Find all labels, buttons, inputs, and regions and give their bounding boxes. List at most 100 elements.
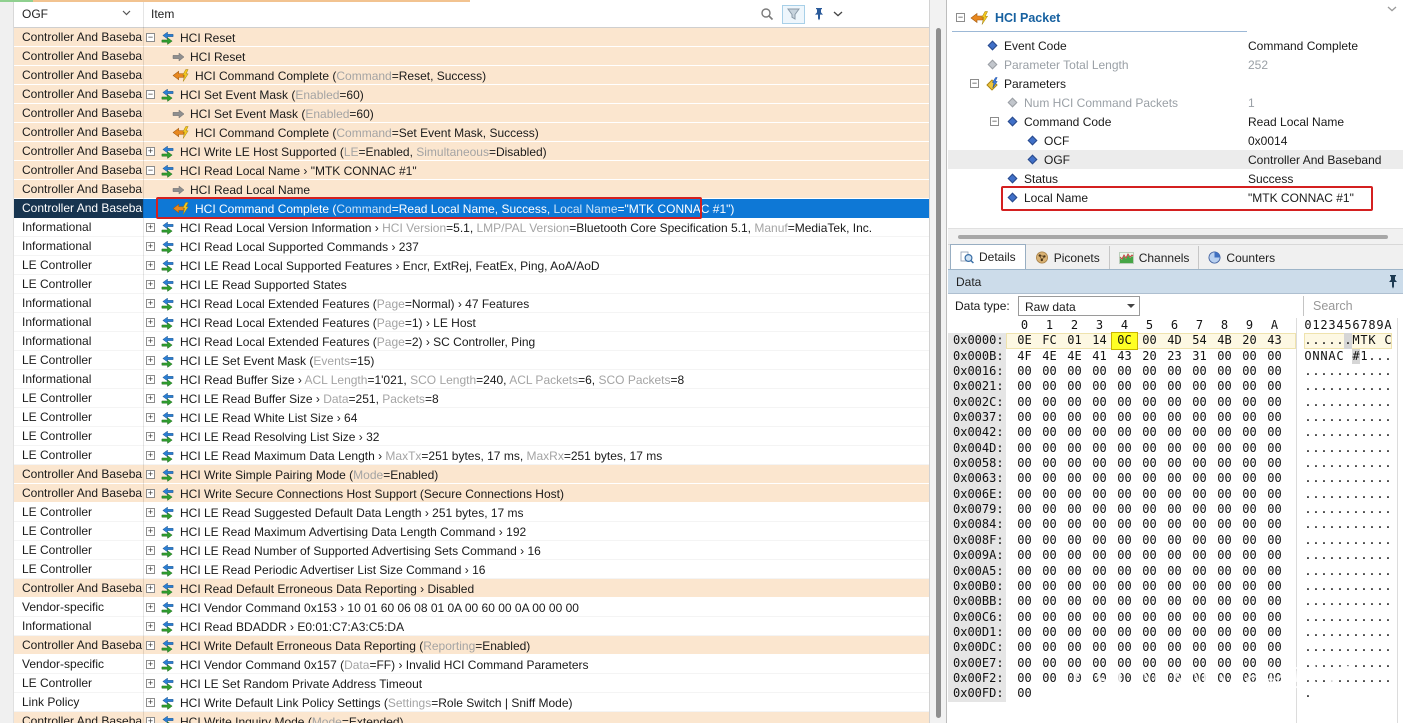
- byte[interactable]: 00: [1262, 656, 1287, 671]
- byte[interactable]: 00: [1162, 487, 1187, 502]
- byte[interactable]: 00: [1037, 548, 1062, 563]
- panel-collapse-icon[interactable]: [1387, 6, 1397, 12]
- item-cell[interactable]: + HCI Read Local Extended Features (Page=…: [143, 294, 929, 313]
- byte[interactable]: 00: [1212, 364, 1237, 379]
- expand-expander[interactable]: +: [146, 489, 155, 498]
- item-cell[interactable]: HCI Set Event Mask (Enabled=60): [143, 104, 929, 123]
- table-row[interactable]: Controller And Baseband − HCI Set Event Ma…: [0, 85, 929, 104]
- byte[interactable]: 00: [1062, 364, 1087, 379]
- byte[interactable]: 4E: [1037, 349, 1062, 364]
- table-row[interactable]: Controller And Baseband HCI Command Compl…: [0, 199, 929, 218]
- byte[interactable]: 00: [1087, 487, 1112, 502]
- tree-row-status[interactable]: Status Success: [948, 169, 1403, 188]
- byte[interactable]: 00: [1262, 564, 1287, 579]
- table-row[interactable]: LE Controller + HCI LE Read Local Supporte…: [0, 256, 929, 275]
- item-cell[interactable]: + HCI Vendor Command 0x153 › 10 01 60 06 …: [143, 598, 929, 617]
- byte[interactable]: 00: [1012, 671, 1037, 686]
- byte[interactable]: 00: [1037, 395, 1062, 410]
- table-row[interactable]: Controller And Baseband + HCI Write Simple…: [0, 465, 929, 484]
- byte[interactable]: 4D: [1162, 333, 1187, 348]
- ogf-cell[interactable]: Controller And Baseband: [14, 123, 143, 142]
- byte[interactable]: 00: [1137, 594, 1162, 609]
- tab-piconets[interactable]: Piconets: [1026, 246, 1110, 269]
- byte[interactable]: 00: [1162, 564, 1187, 579]
- table-row[interactable]: LE Controller + HCI LE Set Event Mask (Eve…: [0, 351, 929, 370]
- byte[interactable]: 00: [1012, 487, 1037, 502]
- tab-counters[interactable]: Counters: [1199, 246, 1284, 269]
- byte[interactable]: 0E: [1012, 333, 1037, 348]
- byte[interactable]: 4B: [1212, 333, 1237, 348]
- byte[interactable]: 00: [1112, 671, 1137, 686]
- tree-row-num-hci-command-packets[interactable]: Num HCI Command Packets 1: [948, 93, 1403, 112]
- byte[interactable]: 00: [1062, 671, 1087, 686]
- tree-row-ocf[interactable]: OCF 0x0014: [948, 131, 1403, 150]
- byte[interactable]: 00: [1237, 640, 1262, 655]
- table-row[interactable]: LE Controller + HCI LE Set Random Private …: [0, 674, 929, 693]
- item-cell[interactable]: + HCI Write Default Erroneous Data Report…: [143, 636, 929, 655]
- byte[interactable]: 00: [1087, 410, 1112, 425]
- hex-row[interactable]: 0x0063: 00 00 00 00 00 00 00 00 00 00 00...........: [948, 471, 1403, 487]
- byte[interactable]: 00: [1012, 502, 1037, 517]
- byte[interactable]: 00: [1162, 640, 1187, 655]
- byte[interactable]: 00: [1087, 640, 1112, 655]
- item-cell[interactable]: + HCI LE Read Buffer Size › Data=251, Pac…: [143, 389, 929, 408]
- byte[interactable]: 00: [1162, 671, 1187, 686]
- table-row[interactable]: Informational + HCI Read Local Extended Fe…: [0, 294, 929, 313]
- hex-row[interactable]: 0x009A: 00 00 00 00 00 00 00 00 00 00 00...........: [948, 548, 1403, 564]
- combo-dropdown-button[interactable]: [1123, 297, 1139, 315]
- byte[interactable]: 23: [1162, 349, 1187, 364]
- ogf-cell[interactable]: Controller And Baseband: [14, 484, 143, 503]
- byte[interactable]: 00: [1112, 594, 1137, 609]
- item-cell[interactable]: + HCI Read BDADDR › E0:01:C7:A3:C5:DA: [143, 617, 929, 636]
- ogf-cell[interactable]: Informational: [14, 294, 143, 313]
- expand-expander[interactable]: +: [146, 242, 155, 251]
- byte[interactable]: 00: [1187, 610, 1212, 625]
- byte[interactable]: 00: [1162, 517, 1187, 532]
- ogf-cell[interactable]: LE Controller: [14, 446, 143, 465]
- byte[interactable]: 43: [1262, 333, 1287, 348]
- table-row[interactable]: Controller And Baseband + HCI Write LE Hos…: [0, 142, 929, 161]
- byte[interactable]: 00: [1237, 625, 1262, 640]
- byte[interactable]: 00: [1212, 625, 1237, 640]
- byte[interactable]: 00: [1212, 579, 1237, 594]
- expand-expander[interactable]: +: [146, 318, 155, 327]
- table-row[interactable]: Informational + HCI Read Local Extended Fe…: [0, 313, 929, 332]
- ogf-cell[interactable]: LE Controller: [14, 522, 143, 541]
- byte[interactable]: 43: [1112, 349, 1137, 364]
- byte[interactable]: 00: [1062, 579, 1087, 594]
- table-row[interactable]: LE Controller + HCI LE Read Buffer Size › …: [0, 389, 929, 408]
- byte[interactable]: 00: [1087, 533, 1112, 548]
- byte[interactable]: 00: [1187, 441, 1212, 456]
- byte[interactable]: 00: [1112, 517, 1137, 532]
- expand-expander[interactable]: +: [146, 641, 155, 650]
- byte[interactable]: 00: [1012, 425, 1037, 440]
- byte[interactable]: 00: [1087, 441, 1112, 456]
- byte[interactable]: 00: [1062, 487, 1087, 502]
- byte[interactable]: 00: [1212, 502, 1237, 517]
- item-cell[interactable]: + HCI Read Local Supported Commands › 237: [143, 237, 929, 256]
- scrollbar-thumb[interactable]: [936, 28, 941, 718]
- byte[interactable]: 00: [1037, 425, 1062, 440]
- byte[interactable]: 00: [1137, 410, 1162, 425]
- byte[interactable]: 00: [1112, 610, 1137, 625]
- hex-row[interactable]: 0x006E: 00 00 00 00 00 00 00 00 00 00 00...........: [948, 486, 1403, 503]
- byte[interactable]: 00: [1212, 487, 1237, 502]
- byte[interactable]: 00: [1237, 671, 1262, 686]
- table-row[interactable]: Controller And Baseband − HCI Read Local N…: [0, 161, 929, 180]
- chevron-down-icon[interactable]: [833, 11, 843, 17]
- ogf-cell[interactable]: Controller And Baseband: [14, 180, 143, 199]
- item-cell[interactable]: + HCI LE Read Local Supported Features › …: [143, 256, 929, 275]
- hex-row[interactable]: 0x0042: 00 00 00 00 00 00 00 00 00 00 00...........: [948, 425, 1403, 441]
- ogf-cell[interactable]: Controller And Baseband: [14, 465, 143, 484]
- ogf-cell[interactable]: LE Controller: [14, 427, 143, 446]
- item-cell[interactable]: + HCI Read Default Erroneous Data Reporti…: [143, 579, 929, 598]
- tab-details[interactable]: Details: [950, 244, 1026, 269]
- byte[interactable]: 00: [1112, 564, 1137, 579]
- expand-expander[interactable]: +: [146, 356, 155, 365]
- scrollbar-thumb[interactable]: [958, 235, 1388, 239]
- hex-row[interactable]: 0x00D1: 00 00 00 00 00 00 00 00 00 00 00...........: [948, 624, 1403, 641]
- byte[interactable]: 00: [1037, 456, 1062, 471]
- expand-expander[interactable]: +: [146, 413, 155, 422]
- byte[interactable]: 00: [1237, 364, 1262, 379]
- table-row[interactable]: LE Controller + HCI LE Read Maximum Data L…: [0, 446, 929, 465]
